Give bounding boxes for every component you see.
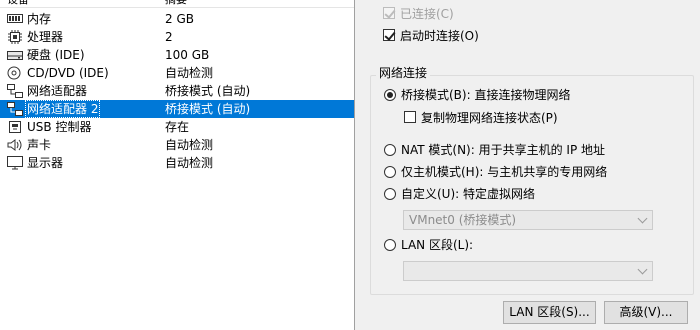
chevron-down-icon xyxy=(637,213,648,224)
lan-segment-select[interactable] xyxy=(403,261,653,281)
radio-unselected-icon xyxy=(384,239,396,251)
cd-dvd-icon xyxy=(7,66,23,80)
device-row-processor[interactable]: 处理器 2 xyxy=(0,28,354,46)
processor-icon xyxy=(7,30,23,44)
device-summary: 桥接模式 (自动) xyxy=(165,84,251,98)
radio-unselected-icon xyxy=(384,188,396,200)
custom-network-value: VMnet0 (桥接模式) xyxy=(409,213,517,227)
device-name: 显示器 xyxy=(27,156,64,170)
device-name: 网络适配器 xyxy=(27,84,88,98)
device-list-header: 设备 摘要 xyxy=(0,0,354,8)
radio-unselected-icon xyxy=(384,166,396,178)
device-row-network-adapter[interactable]: 网络适配器 桥接模式 (自动) xyxy=(0,82,354,100)
bridged-mode-label: 桥接模式(B): 直接连接物理网络 xyxy=(401,88,571,102)
device-summary: 自动检测 xyxy=(165,138,214,152)
column-header-summary[interactable]: 摘要 xyxy=(165,0,187,7)
lan-segment-label: LAN 区段(L): xyxy=(401,238,474,252)
device-name: 声卡 xyxy=(27,138,52,152)
advanced-button[interactable]: 高级(V)... xyxy=(604,301,688,324)
replicate-state-label: 复制物理网络连接状态(P) xyxy=(421,111,558,125)
device-name: 网络适配器 2 xyxy=(25,100,101,118)
checkbox-unchecked-icon xyxy=(404,111,416,123)
connected-label: 已连接(C) xyxy=(400,7,454,21)
device-row-network-adapter-2[interactable]: 网络适配器 2 桥接模式 (自动) xyxy=(0,100,354,118)
chevron-down-icon xyxy=(637,264,648,275)
device-row-memory[interactable]: 内存 2 GB xyxy=(0,10,354,28)
lan-segments-button[interactable]: LAN 区段(S)... xyxy=(503,301,596,324)
device-name: 处理器 xyxy=(27,30,64,44)
radio-unselected-icon xyxy=(384,144,396,156)
custom-network-select[interactable]: VMnet0 (桥接模式) xyxy=(403,210,653,230)
device-name: 硬盘 (IDE) xyxy=(27,48,85,62)
device-summary: 存在 xyxy=(165,120,190,134)
device-summary: 自动检测 xyxy=(165,66,214,80)
usb-controller-icon xyxy=(7,120,23,134)
host-only-label: 仅主机模式(H): 与主机共享的专用网络 xyxy=(401,165,608,179)
network-adapter-icon xyxy=(7,102,23,116)
device-summary: 自动检测 xyxy=(165,156,214,170)
hard-disk-icon xyxy=(7,48,23,62)
device-name: USB 控制器 xyxy=(27,120,92,134)
device-name: 内存 xyxy=(27,12,52,26)
device-row-hard-disk[interactable]: 硬盘 (IDE) 100 GB xyxy=(0,46,354,64)
device-row-usb-controller[interactable]: USB 控制器 存在 xyxy=(0,118,354,136)
device-list: 设备 摘要 内存 2 GB 处理器 2 硬盘 (IDE) 100 GB CD/D… xyxy=(0,0,355,330)
connect-at-power-on-label: 启动时连接(O) xyxy=(400,29,479,43)
device-summary: 100 GB xyxy=(165,48,210,62)
device-summary: 桥接模式 (自动) xyxy=(165,102,251,116)
network-connection-title: 网络连接 xyxy=(376,66,431,81)
device-row-display[interactable]: 显示器 自动检测 xyxy=(0,154,354,172)
device-summary: 2 xyxy=(165,30,173,44)
radio-selected-icon xyxy=(384,89,396,101)
memory-icon xyxy=(7,12,23,26)
device-row-sound-card[interactable]: 声卡 自动检测 xyxy=(0,136,354,154)
sound-card-icon xyxy=(7,138,23,152)
device-summary: 2 GB xyxy=(165,12,194,26)
nat-mode-label: NAT 模式(N): 用于共享主机的 IP 地址 xyxy=(401,143,606,157)
display-icon xyxy=(7,156,23,170)
device-row-cd-dvd[interactable]: CD/DVD (IDE) 自动检测 xyxy=(0,64,354,82)
network-adapter-icon xyxy=(7,84,23,98)
custom-label: 自定义(U): 特定虚拟网络 xyxy=(401,187,536,201)
column-header-device[interactable]: 设备 xyxy=(7,0,29,7)
device-name: CD/DVD (IDE) xyxy=(27,66,109,80)
checkbox-checked-icon xyxy=(383,7,396,19)
checkbox-checked-icon xyxy=(383,29,396,41)
